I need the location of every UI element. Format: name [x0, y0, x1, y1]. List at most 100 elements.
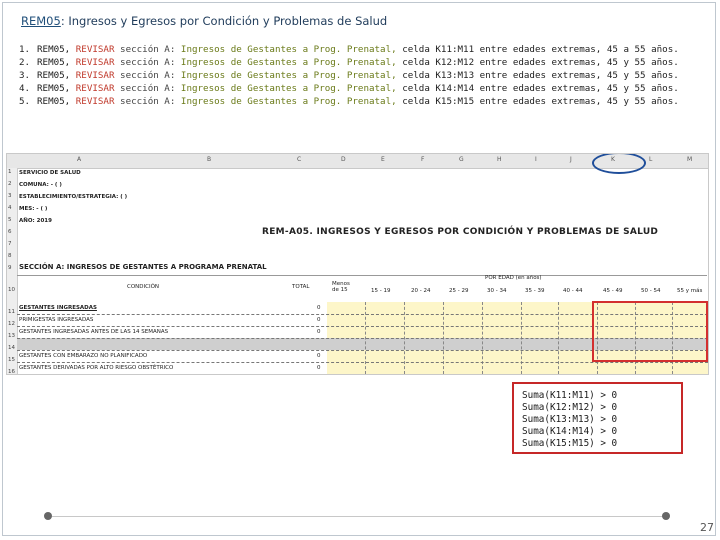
page-number: 27: [700, 521, 714, 534]
title-text: : Ingresos y Egresos por Condición y Pro…: [60, 14, 388, 28]
row-number[interactable]: 2: [8, 181, 12, 187]
row-number[interactable]: 15: [8, 357, 15, 363]
check-detail: celda K14:M14 entre edades extremas, 45 …: [402, 83, 679, 94]
table-top-border: [17, 275, 707, 276]
check-detail: celda K13:M13 entre edades extremas, 45 …: [402, 70, 679, 81]
condition-header: CONDICIÓN: [127, 284, 160, 290]
col-header[interactable]: H: [497, 156, 502, 163]
col-header[interactable]: B: [207, 156, 211, 163]
age-col-header: 55 y más: [677, 288, 703, 294]
decorative-dot: [44, 512, 52, 520]
col-header[interactable]: C: [297, 156, 301, 163]
row-number[interactable]: 4: [8, 205, 12, 211]
col-header[interactable]: A: [77, 156, 81, 163]
list-item: 2. REM05, REVISAR sección A: Ingresos de …: [19, 56, 679, 69]
sheet-name: Ingresos de Gestantes a Prog. Prenatal,: [180, 57, 397, 68]
row-total: 0: [317, 317, 321, 323]
revisar-label: REVISAR: [75, 57, 115, 68]
rem05-link[interactable]: REM05: [21, 14, 61, 28]
check-list: 1. REM05, REVISAR sección A: Ingresos de …: [19, 43, 679, 108]
col-header[interactable]: G: [459, 156, 464, 163]
col-header[interactable]: J: [570, 156, 572, 163]
row-number[interactable]: 3: [8, 193, 12, 199]
check-detail: celda K15:M15 entre edades extremas, 45 …: [402, 96, 679, 107]
list-item: 3. REM05, REVISAR sección A: Ingresos de …: [19, 69, 679, 82]
list-number: 5.: [19, 96, 31, 107]
revisar-label: REVISAR: [75, 70, 115, 81]
row-label: GESTANTES CON EMBARAZO NO PLANIFICADO: [19, 353, 148, 359]
row-number[interactable]: 6: [8, 229, 12, 235]
validation-formulas-box: Suma(K11:M11) > 0 Suma(K12:M12) > 0 Suma…: [512, 382, 683, 454]
highlight-ellipse: [592, 154, 646, 174]
sheet-line: ESTABLECIMIENTO/ESTRATEGIA: ( ): [19, 194, 128, 200]
section-label: sección A:: [120, 57, 176, 68]
row-number[interactable]: 7: [8, 241, 12, 247]
check-detail: celda K11:M11 entre edades extremas, 45 …: [402, 44, 679, 55]
col-header[interactable]: F: [421, 156, 424, 163]
sheet-name: Ingresos de Gestantes a Prog. Prenatal,: [180, 44, 397, 55]
row-number[interactable]: 5: [8, 217, 12, 223]
row-number[interactable]: 9: [8, 265, 12, 271]
list-number: 4.: [19, 83, 31, 94]
list-item: 5. REM05, REVISAR sección A: Ingresos de …: [19, 95, 679, 108]
col-header[interactable]: E: [381, 156, 385, 163]
age-col-header: 50 - 54: [641, 288, 661, 294]
formula-line: Suma(K12:M12) > 0: [522, 402, 618, 413]
age-col-header: 15 - 19: [371, 288, 391, 294]
report-title: REM-A05. INGRESOS Y EGRESOS POR CONDICIÓ…: [262, 227, 659, 237]
section-label: sección A:: [120, 44, 176, 55]
highlight-rectangle: [592, 301, 708, 362]
row-label: GESTANTES DERIVADAS POR ALTO RIESGO OBST…: [19, 365, 174, 371]
row-label: GESTANTES INGRESADAS ANTES DE LAS 14 SEM…: [19, 329, 169, 335]
list-item: 1. REM05, REVISAR sección A: Ingresos de …: [19, 43, 679, 56]
sheet-name: Ingresos de Gestantes a Prog. Prenatal,: [180, 70, 397, 81]
sheet-line: COMUNA: - ( ): [19, 182, 62, 188]
row-label: GESTANTES INGRESADAS: [19, 305, 97, 311]
row-number[interactable]: 12: [8, 321, 15, 327]
formula-line: Suma(K15:M15) > 0: [522, 438, 618, 449]
age-col-header: 25 - 29: [449, 288, 469, 294]
sheet-name: Ingresos de Gestantes a Prog. Prenatal,: [180, 83, 397, 94]
col-header[interactable]: D: [341, 156, 346, 163]
age-col-header: Menos de 15: [332, 281, 350, 293]
rem-code: REM05,: [37, 44, 71, 55]
rem-code: REM05,: [37, 96, 71, 107]
sheet-name: Ingresos de Gestantes a Prog. Prenatal,: [180, 96, 397, 107]
age-col-header: 30 - 34: [487, 288, 507, 294]
sheet-line: AÑO: 2019: [19, 218, 52, 224]
row-number[interactable]: 14: [8, 345, 15, 351]
row-total: 0: [317, 305, 321, 311]
section-label: sección A:: [120, 70, 176, 81]
row-number[interactable]: 10: [8, 287, 15, 293]
formula-line: Suma(K11:M11) > 0: [522, 390, 618, 401]
sheet-line: MES: - ( ): [19, 206, 48, 212]
age-group-header: POR EDAD (en años): [485, 275, 542, 281]
row-label: PRIMIGESTAS INGRESADAS: [19, 317, 94, 323]
row-number[interactable]: 13: [8, 333, 15, 339]
col-header[interactable]: I: [535, 156, 537, 163]
list-number: 3.: [19, 70, 31, 81]
revisar-label: REVISAR: [75, 44, 115, 55]
total-header: TOTAL: [292, 284, 310, 290]
revisar-label: REVISAR: [75, 83, 115, 94]
decorative-dot: [662, 512, 670, 520]
sheet-line: SERVICIO DE SALUD: [19, 170, 81, 176]
age-col-header: 35 - 39: [525, 288, 545, 294]
spreadsheet-view: A B C D E F G H I J K L M 1 2 3 4 5 6 7 …: [6, 153, 709, 375]
age-col-header: 40 - 44: [563, 288, 583, 294]
row-total: 0: [317, 365, 321, 371]
footer-line: [52, 516, 664, 517]
rem-code: REM05,: [37, 70, 71, 81]
col-header[interactable]: M: [687, 156, 692, 163]
section-label: sección A:: [120, 83, 176, 94]
slide-title: REM05: Ingresos y Egresos por Condición …: [21, 14, 387, 28]
col-header[interactable]: L: [649, 156, 652, 163]
row-number[interactable]: 16: [8, 369, 15, 374]
row-number[interactable]: 8: [8, 253, 12, 259]
list-item: 4. REM05, REVISAR sección A: Ingresos de …: [19, 82, 679, 95]
row-number[interactable]: 1: [8, 169, 12, 175]
row-number[interactable]: 11: [8, 309, 15, 315]
list-number: 1.: [19, 44, 31, 55]
list-number: 2.: [19, 57, 31, 68]
section-title: SECCIÓN A: INGRESOS DE GESTANTES A PROGR…: [19, 263, 267, 271]
